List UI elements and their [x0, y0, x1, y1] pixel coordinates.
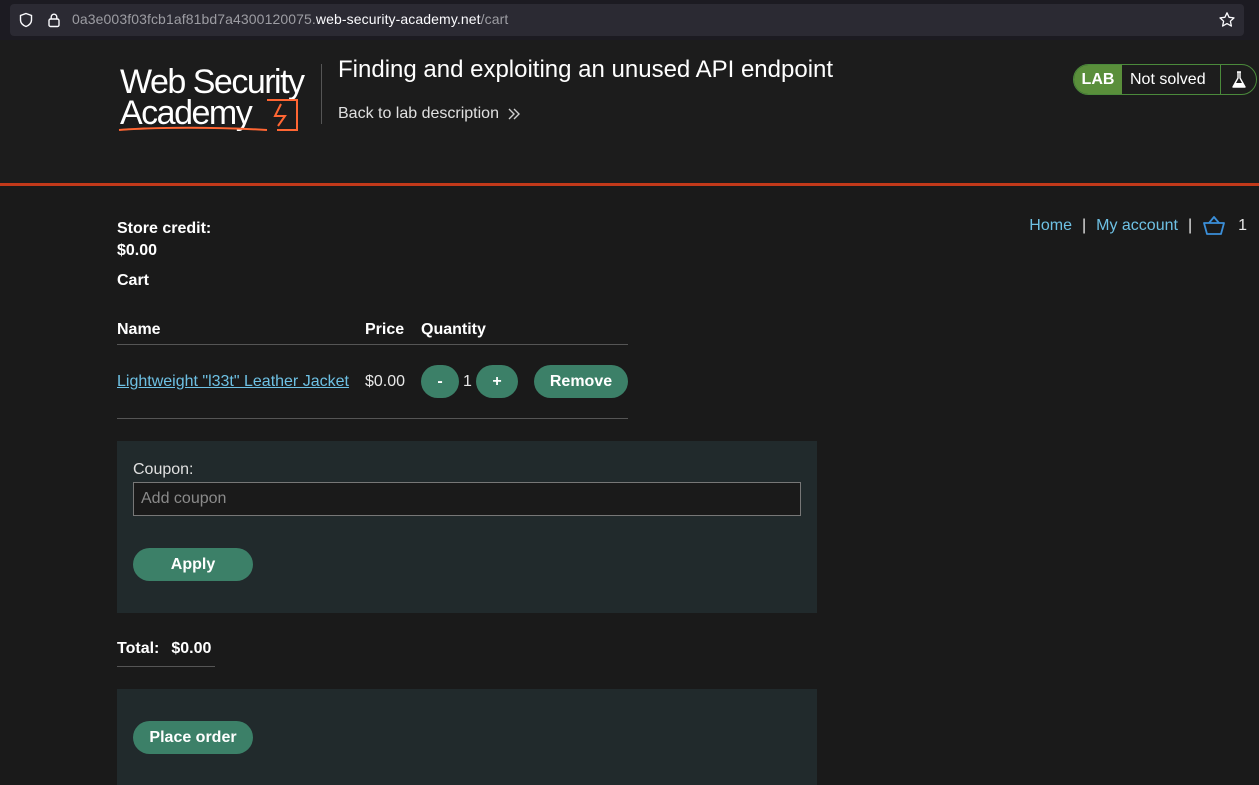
- cart-table-header: Name Price Quantity: [117, 312, 628, 345]
- back-link-label: Back to lab description: [338, 105, 499, 122]
- table-row: Lightweight "l33t" Leather Jacket $0.00 …: [117, 345, 628, 419]
- shield-icon[interactable]: [18, 12, 34, 28]
- bookmark-star-icon[interactable]: [1218, 11, 1236, 29]
- browser-toolbar: 0a3e003f03fcb1af81bd7a4300120075.web-sec…: [0, 0, 1259, 40]
- logo-line-2: Academy: [120, 94, 253, 132]
- url-path: /cart: [480, 11, 509, 27]
- lab-badge: LAB: [1074, 65, 1122, 94]
- cart-count: 1: [1238, 217, 1247, 234]
- cart-basket-icon[interactable]: [1202, 215, 1226, 237]
- lab-flask-icon-button[interactable]: [1220, 65, 1256, 94]
- coupon-label: Coupon:: [133, 461, 194, 478]
- url-text[interactable]: 0a3e003f03fcb1af81bd7a4300120075.web-sec…: [72, 11, 508, 27]
- address-bar[interactable]: 0a3e003f03fcb1af81bd7a4300120075.web-sec…: [10, 4, 1244, 36]
- increment-quantity-button[interactable]: +: [476, 365, 518, 398]
- product-price: $0.00: [365, 373, 406, 390]
- decrement-quantity-button[interactable]: -: [421, 365, 459, 398]
- store-credit: Store credit: $0.00: [117, 218, 211, 262]
- cart-heading: Cart: [117, 272, 150, 289]
- store-credit-value: $0.00: [117, 242, 158, 259]
- column-header-price: Price: [365, 321, 405, 338]
- back-to-lab-description-link[interactable]: Back to lab description: [338, 105, 521, 123]
- lab-status-widget: LAB Not solved: [1073, 64, 1257, 95]
- double-chevron-right-icon: [508, 108, 520, 120]
- lab-status-text: Not solved: [1130, 70, 1206, 88]
- nav-my-account-link[interactable]: My account: [1096, 217, 1178, 235]
- coupon-input[interactable]: [133, 482, 801, 516]
- top-nav: Home | My account | 1: [1029, 215, 1247, 237]
- coupon-panel: Coupon: Apply: [117, 441, 817, 613]
- nav-separator: |: [1187, 217, 1193, 234]
- web-security-academy-logo[interactable]: Web Security Academy: [117, 60, 319, 134]
- lab-header: Web Security Academy Finding and exploit…: [0, 40, 1259, 186]
- total-value: $0.00: [171, 640, 212, 657]
- quantity-value: 1: [463, 373, 472, 390]
- url-host: web-security-academy.net: [315, 11, 481, 27]
- url-prefix: 0a3e003f03fcb1af81bd7a4300120075.: [72, 11, 316, 27]
- place-order-panel: Place order: [117, 689, 817, 785]
- apply-coupon-button[interactable]: Apply: [133, 548, 253, 581]
- column-header-name: Name: [117, 321, 161, 338]
- total-label: Total:: [117, 640, 160, 657]
- nav-home-link[interactable]: Home: [1029, 217, 1072, 235]
- column-header-quantity: Quantity: [421, 321, 486, 338]
- nav-separator: |: [1081, 217, 1087, 234]
- order-total: Total: $0.00: [117, 640, 215, 667]
- store-credit-label: Store credit:: [117, 220, 212, 237]
- lock-icon[interactable]: [46, 12, 62, 28]
- logo-divider: [321, 64, 322, 124]
- flask-icon: [1231, 70, 1246, 88]
- lab-title: Finding and exploiting an unused API end…: [338, 56, 834, 83]
- place-order-button[interactable]: Place order: [133, 721, 253, 754]
- remove-item-button[interactable]: Remove: [534, 365, 628, 398]
- cart-table: Name Price Quantity Lightweight "l33t" L…: [117, 312, 628, 419]
- product-link[interactable]: Lightweight "l33t" Leather Jacket: [117, 373, 349, 391]
